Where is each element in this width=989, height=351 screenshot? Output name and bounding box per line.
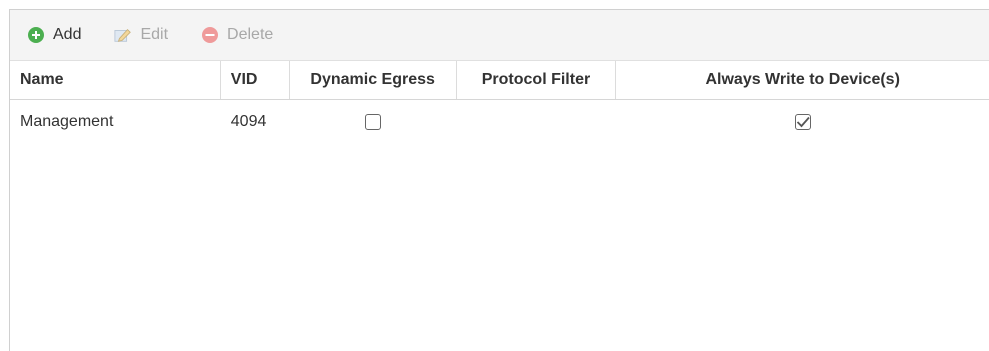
column-header-dynamic-egress[interactable]: Dynamic Egress bbox=[290, 61, 457, 99]
dynamic-egress-checkbox[interactable] bbox=[365, 113, 382, 130]
cell-always-write bbox=[616, 100, 989, 143]
grid-header: Name VID Dynamic Egress Protocol Filter … bbox=[10, 61, 989, 100]
edit-button[interactable]: Edit bbox=[114, 26, 168, 44]
delete-button-label: Delete bbox=[227, 26, 274, 43]
add-button-label: Add bbox=[53, 26, 82, 43]
column-header-name[interactable]: Name bbox=[10, 61, 221, 99]
checkmark-icon bbox=[796, 116, 810, 127]
cell-vid: 4094 bbox=[230, 112, 267, 130]
pencil-icon bbox=[114, 26, 132, 44]
add-button[interactable]: Add bbox=[27, 26, 81, 44]
cell-dynamic-egress bbox=[290, 100, 457, 143]
column-header-always-write[interactable]: Always Write to Device(s) bbox=[616, 61, 989, 99]
always-write-checkbox[interactable] bbox=[794, 113, 811, 130]
column-header-vid[interactable]: VID bbox=[221, 61, 290, 99]
delete-button[interactable]: Delete bbox=[201, 26, 273, 44]
edit-button-label: Edit bbox=[140, 26, 169, 43]
grid-body: Management 4094 bbox=[10, 100, 989, 143]
vlan-panel: Add Edit Delete Name VID Dynamic Egress … bbox=[9, 9, 989, 351]
cell-name: Management bbox=[20, 112, 114, 130]
column-header-protocol-filter[interactable]: Protocol Filter bbox=[457, 61, 617, 99]
table-row[interactable]: Management 4094 bbox=[10, 100, 989, 143]
toolbar: Add Edit Delete bbox=[10, 10, 989, 61]
plus-circle-icon bbox=[27, 26, 45, 44]
cell-protocol-filter bbox=[457, 100, 617, 143]
minus-circle-icon bbox=[201, 26, 219, 44]
